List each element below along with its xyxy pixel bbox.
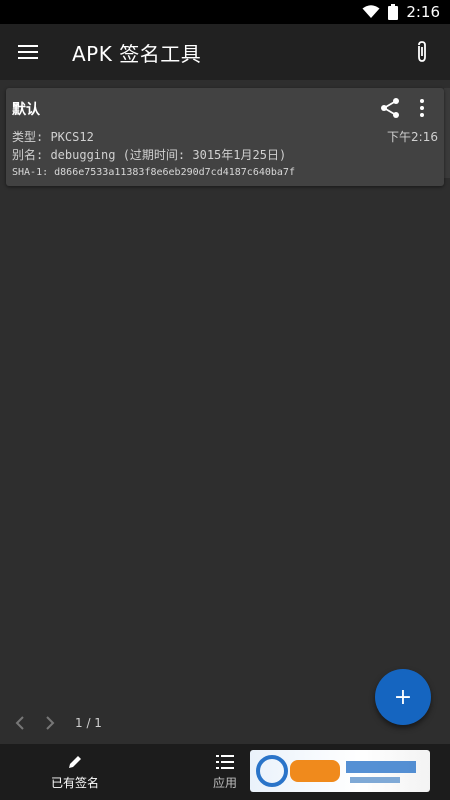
- chevron-left-icon: [15, 716, 24, 730]
- signature-name: 默认: [12, 102, 40, 118]
- add-signature-button[interactable]: +: [375, 669, 431, 725]
- pencil-icon: [69, 755, 81, 768]
- nav-existing-signatures[interactable]: 已有签名: [0, 744, 150, 800]
- attach-button[interactable]: [394, 24, 450, 80]
- signature-sha1: SHA-1: d866e7533a11383f8e6eb290d7cd4187c…: [12, 167, 295, 178]
- add-icon: +: [393, 684, 413, 710]
- signature-alias: 别名: debugging (过期时间: 3015年1月25日): [12, 148, 287, 162]
- share-icon[interactable]: [378, 96, 402, 120]
- app-bar: APK 签名工具: [0, 24, 450, 80]
- nav-label-apps: 应用: [212, 775, 237, 790]
- wifi-icon: [362, 5, 380, 18]
- signature-type: 类型: PKCS12: [12, 130, 94, 144]
- next-page-button[interactable]: [35, 708, 65, 738]
- status-time: 2:16: [406, 3, 440, 21]
- list-icon: [216, 754, 234, 769]
- prev-page-button[interactable]: [5, 708, 35, 738]
- menu-button[interactable]: [0, 24, 56, 80]
- card-edge: [444, 88, 450, 178]
- paperclip-icon: [418, 41, 426, 62]
- page-count: 1 / 1: [75, 716, 102, 730]
- menu-icon: [18, 45, 38, 59]
- watermark-logo: [250, 750, 430, 792]
- status-bar: 2:16: [0, 0, 450, 24]
- signature-card[interactable]: 默认 类型: PKCS12 下午2:16 别名: debugging (过期时间…: [6, 88, 444, 186]
- app-title: APK 签名工具: [72, 41, 202, 66]
- signature-time: 下午2:16: [387, 130, 438, 144]
- pager: 1 / 1: [0, 708, 102, 738]
- more-vert-icon[interactable]: [410, 96, 434, 120]
- nav-label-existing: 已有签名: [50, 775, 99, 790]
- battery-icon: [388, 4, 399, 20]
- chevron-right-icon: [46, 716, 55, 730]
